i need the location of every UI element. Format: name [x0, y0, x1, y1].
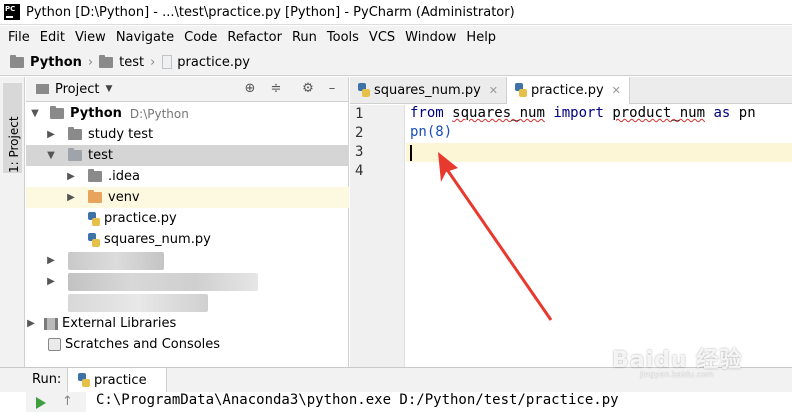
chevron-down-icon[interactable]: ▼ — [46, 150, 56, 161]
breadcrumb: Python › test › practice.py — [0, 49, 792, 76]
chevron-right-icon[interactable]: ▶ — [46, 255, 56, 266]
tree-item-scratches[interactable]: Scratches and Consoles — [26, 334, 349, 355]
tree-item-python-root[interactable]: ▼ Python D:\Python — [26, 103, 349, 124]
text-caret — [410, 145, 412, 161]
run-console[interactable]: ↑ C:\ProgramData\Anaconda3\python.exe D:… — [0, 392, 792, 412]
menu-file[interactable]: File — [3, 30, 35, 45]
menu-refactor[interactable]: Refactor — [222, 30, 287, 45]
menu-run[interactable]: Run — [287, 30, 322, 45]
tree-item-test[interactable]: ▼ test — [26, 145, 349, 166]
project-view-selector[interactable]: Project — [55, 82, 99, 97]
redacted-block — [68, 293, 208, 312]
chevron-right-icon[interactable]: ▶ — [26, 318, 36, 329]
editor-tabs: squares_num.py ✕ practice.py ✕ — [350, 77, 792, 104]
breadcrumb-item-test[interactable]: test — [99, 54, 144, 70]
chevron-down-icon[interactable]: ▼ — [105, 84, 112, 94]
window-title: Python [D:\Python] - ...\test\practice.p… — [26, 4, 515, 20]
line-number-gutter: 1 2 3 4 — [350, 105, 405, 367]
python-file-icon — [515, 83, 527, 97]
tree-item-external-libraries[interactable]: ▶ External Libraries — [26, 313, 349, 334]
tree-item-redacted[interactable]: ▶ — [26, 271, 349, 292]
tree-item-redacted[interactable] — [26, 292, 349, 313]
code-line-1: from squares_num import product_num as p… — [410, 105, 756, 121]
menu-vcs[interactable]: VCS — [364, 30, 400, 45]
tree-item-study-test[interactable]: ▶ study test — [26, 124, 349, 145]
line-number: 1 — [355, 106, 364, 122]
menu-help[interactable]: Help — [461, 30, 501, 45]
left-tool-strip: 1: Project — [0, 77, 25, 367]
watermark-url: jingyan.baidu.com — [640, 370, 714, 379]
folder-icon — [88, 169, 102, 182]
menu-navigate[interactable]: Navigate — [111, 30, 179, 45]
pycharm-logo-icon: PC — [4, 4, 20, 20]
code-line-3-current — [406, 143, 792, 162]
breadcrumb-item-python[interactable]: Python — [10, 54, 82, 70]
menu-edit[interactable]: Edit — [35, 30, 70, 45]
code-line-2: pn(8) — [410, 124, 453, 140]
tree-item-redacted[interactable]: ▶ — [26, 250, 349, 271]
console-output: C:\ProgramData\Anaconda3\python.exe D:/P… — [96, 392, 619, 408]
close-icon[interactable]: ✕ — [612, 84, 621, 97]
play-icon[interactable] — [36, 397, 46, 409]
menu-window[interactable]: Window — [400, 30, 461, 45]
chevron-right-icon[interactable]: ▶ — [66, 192, 76, 203]
hide-panel-icon[interactable]: – — [324, 81, 340, 97]
tree-item-practice[interactable]: practice.py — [26, 208, 349, 229]
chevron-down-icon[interactable]: ▼ — [30, 108, 40, 119]
line-number: 3 — [355, 144, 364, 160]
python-file-icon — [88, 232, 100, 247]
breadcrumb-separator-icon: › — [87, 54, 94, 70]
folder-icon — [99, 54, 114, 68]
line-number: 2 — [355, 125, 364, 141]
line-number: 4 — [355, 163, 364, 179]
run-panel-label: Run: — [32, 372, 62, 387]
title-bar: PC Python [D:\Python] - ...\test\practic… — [0, 0, 792, 25]
chevron-right-icon[interactable]: ▶ — [66, 171, 76, 182]
arrow-up-icon[interactable]: ↑ — [62, 394, 73, 409]
python-file-icon — [358, 83, 370, 97]
run-toolbar: ↑ — [26, 392, 86, 412]
python-file-icon — [161, 55, 173, 69]
tree-item-venv[interactable]: ▶ venv — [26, 187, 349, 208]
project-view-icon — [36, 84, 49, 94]
folder-icon — [68, 127, 82, 140]
tree-item-idea[interactable]: ▶ .idea — [26, 166, 349, 187]
menu-tools[interactable]: Tools — [322, 30, 364, 45]
folder-icon — [68, 148, 82, 161]
project-tool-tab[interactable]: 1: Project — [3, 83, 22, 173]
menu-bar: File Edit View Navigate Code Refactor Ru… — [0, 26, 792, 49]
editor: squares_num.py ✕ practice.py ✕ 1 2 3 4 f… — [350, 77, 792, 367]
tab-practice[interactable]: practice.py ✕ — [507, 77, 630, 104]
folder-icon — [88, 190, 102, 203]
tab-squares-num[interactable]: squares_num.py ✕ — [350, 77, 507, 103]
menu-view[interactable]: View — [70, 30, 111, 45]
locate-icon[interactable]: ⊕ — [242, 81, 258, 97]
python-file-icon — [78, 373, 90, 387]
tree-item-squares[interactable]: squares_num.py — [26, 229, 349, 250]
folder-icon — [10, 54, 24, 68]
run-tab-practice[interactable]: practice — [67, 368, 167, 392]
code-editor-area[interactable]: from squares_num import product_num as p… — [406, 105, 792, 367]
scratches-icon — [48, 338, 61, 351]
folder-icon — [50, 106, 64, 119]
python-file-icon — [88, 211, 100, 226]
collapse-all-icon[interactable]: ≑ — [268, 81, 284, 97]
menu-code[interactable]: Code — [179, 30, 222, 45]
gear-icon[interactable]: ⚙ — [300, 81, 316, 97]
project-panel-header: Project ▼ ⊕ ≑ ⚙ – — [26, 77, 348, 102]
redacted-block — [68, 272, 258, 291]
project-panel: Project ▼ ⊕ ≑ ⚙ – ▼ Python D:\Python ▶ s… — [26, 77, 349, 367]
redacted-block — [68, 251, 164, 270]
breadcrumb-separator-icon: › — [150, 54, 156, 70]
chevron-right-icon[interactable]: ▶ — [46, 129, 56, 140]
library-icon — [44, 317, 58, 330]
close-icon[interactable]: ✕ — [489, 84, 498, 97]
chevron-right-icon[interactable]: ▶ — [46, 276, 56, 287]
breadcrumb-item-practice[interactable]: practice.py — [161, 55, 250, 70]
